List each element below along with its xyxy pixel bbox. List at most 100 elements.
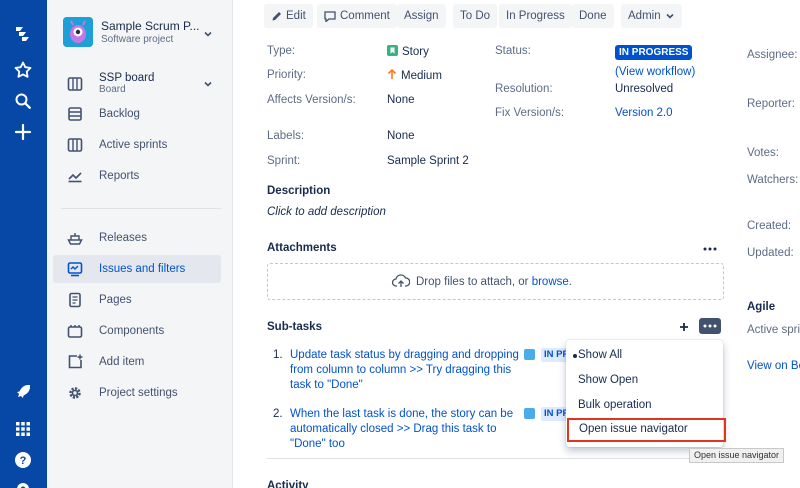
sidebar-item-label: Reports bbox=[99, 170, 140, 182]
sidebar-item-pages[interactable]: Pages bbox=[53, 286, 221, 314]
sidebar-item-label: Components bbox=[99, 325, 165, 337]
board-switcher[interactable]: SSP board Board bbox=[53, 69, 221, 99]
sidebar-item-add-item[interactable]: Add item bbox=[53, 348, 221, 376]
attachment-dropzone[interactable]: Drop files to attach, or browse. bbox=[267, 263, 724, 300]
dropzone-label: Drop files to attach, or bbox=[416, 276, 532, 288]
plus-icon[interactable] bbox=[11, 120, 35, 144]
search-icon[interactable] bbox=[11, 89, 35, 113]
attachments-more-button[interactable] bbox=[699, 241, 721, 257]
in-progress-label: In Progress bbox=[506, 10, 565, 22]
global-navigation: ? bbox=[0, 0, 47, 488]
backlog-icon bbox=[68, 107, 82, 121]
subtask-title-line: from column to column >> Try dragging th… bbox=[290, 364, 512, 376]
project-name: Sample Scrum P... bbox=[101, 19, 200, 33]
dropzone-period: . bbox=[568, 276, 572, 288]
activity-heading: Activity bbox=[267, 480, 309, 488]
star-icon[interactable] bbox=[11, 58, 35, 82]
sidebar-item-label: Releases bbox=[99, 232, 147, 244]
admin-label: Admin bbox=[628, 10, 661, 22]
created-label: Created: bbox=[747, 220, 792, 232]
priority-label: Priority: bbox=[267, 69, 306, 81]
menu-item-show-all[interactable]: Show All bbox=[566, 344, 723, 368]
sidebar-item-label: Pages bbox=[99, 294, 132, 306]
priority-value[interactable]: Medium bbox=[387, 68, 442, 82]
sidebar-item-components[interactable]: Components bbox=[53, 317, 221, 345]
chevron-down-icon bbox=[204, 81, 212, 87]
edit-label: Edit bbox=[286, 10, 306, 22]
browse-link[interactable]: browse bbox=[532, 276, 569, 288]
board-type: Board bbox=[99, 84, 126, 95]
menu-item-label: Bulk operation bbox=[578, 399, 652, 411]
view-workflow-link[interactable]: (View workflow) bbox=[615, 66, 695, 78]
menu-item-label: Open issue navigator bbox=[579, 423, 688, 435]
settings-icon[interactable] bbox=[11, 477, 35, 488]
subtask-link[interactable]: When the last task is done, the story ca… bbox=[290, 407, 520, 452]
updated-label: Updated: bbox=[747, 247, 794, 259]
add-subtask-icon[interactable] bbox=[679, 322, 689, 332]
comment-label: Comment bbox=[340, 10, 390, 22]
affects-versions-value[interactable]: None bbox=[387, 94, 415, 106]
type-value-text: Story bbox=[402, 46, 429, 58]
admin-dropdown[interactable]: Admin bbox=[621, 4, 682, 28]
add-item-icon bbox=[68, 354, 83, 369]
done-button[interactable]: Done bbox=[572, 4, 614, 28]
subtask-row: 1. Update task status by dragging and dr… bbox=[267, 348, 567, 394]
view-on-board-link[interactable]: View on Bo bbox=[747, 360, 800, 372]
labels-value[interactable]: None bbox=[387, 130, 415, 142]
sidebar-item-reports[interactable]: Reports bbox=[53, 162, 221, 190]
menu-item-show-open[interactable]: Show Open bbox=[566, 369, 723, 393]
type-value[interactable]: Story bbox=[387, 45, 429, 58]
dropzone-text: Drop files to attach, or browse. bbox=[416, 276, 572, 288]
sidebar-item-active-sprints[interactable]: Active sprints bbox=[53, 131, 221, 159]
done-label: Done bbox=[579, 10, 607, 22]
assign-button[interactable]: Assign bbox=[397, 4, 446, 28]
comment-button[interactable]: Comment bbox=[317, 4, 397, 28]
menu-item-label: Show All bbox=[578, 349, 623, 361]
rocket-icon[interactable] bbox=[11, 380, 35, 404]
to-do-label: To Do bbox=[460, 10, 491, 22]
project-avatar bbox=[63, 17, 93, 47]
sidebar-item-label: Active sprints bbox=[99, 139, 168, 151]
subtasks-more-button[interactable] bbox=[699, 318, 721, 334]
edit-button[interactable]: Edit bbox=[264, 4, 313, 28]
more-icon bbox=[703, 324, 717, 328]
sprint-value[interactable]: Sample Sprint 2 bbox=[387, 155, 469, 167]
sidebar-item-releases[interactable]: Releases bbox=[53, 224, 221, 252]
sidebar-item-label: Issues and filters bbox=[99, 263, 186, 275]
help-icon[interactable]: ? bbox=[11, 448, 35, 472]
pencil-icon bbox=[272, 11, 281, 20]
fix-versions-value[interactable]: Version 2.0 bbox=[615, 107, 673, 119]
to-do-button[interactable]: To Do bbox=[453, 4, 498, 28]
type-label: Type: bbox=[267, 45, 296, 57]
status-label: Status: bbox=[495, 45, 531, 57]
columns-icon bbox=[67, 138, 83, 152]
subtask-link[interactable]: Update task status by dragging and dropp… bbox=[290, 348, 520, 393]
labels-label: Labels: bbox=[267, 130, 305, 142]
subtask-type-icon bbox=[524, 349, 535, 360]
arrow-up-icon bbox=[387, 68, 397, 79]
selected-bullet-icon bbox=[573, 354, 577, 358]
menu-item-bulk-operation[interactable]: Bulk operation bbox=[566, 394, 723, 418]
project-sidebar: Sample Scrum P... Software project SSP b… bbox=[47, 0, 233, 488]
description-field[interactable]: Click to add description bbox=[267, 206, 386, 218]
subtask-title-line: "Done" too bbox=[290, 438, 345, 450]
gear-icon bbox=[69, 387, 81, 399]
affects-versions-label: Affects Version/s: bbox=[267, 94, 356, 106]
jira-logo-icon[interactable] bbox=[11, 22, 35, 46]
menu-item-open-issue-navigator[interactable]: Open issue navigator bbox=[567, 418, 726, 442]
sidebar-item-issues-and-filters[interactable]: Issues and filters bbox=[53, 255, 221, 283]
tooltip: Open issue navigator bbox=[689, 448, 785, 463]
app-switcher-icon[interactable] bbox=[11, 417, 35, 441]
comment-icon bbox=[324, 10, 336, 22]
chevron-down-icon bbox=[204, 31, 212, 37]
priority-value-text: Medium bbox=[401, 70, 442, 82]
attachments-heading: Attachments bbox=[267, 242, 337, 254]
subtask-type-icon bbox=[524, 408, 535, 419]
project-switcher[interactable]: Sample Scrum P... Software project bbox=[63, 17, 223, 49]
sidebar-item-project-settings[interactable]: Project settings bbox=[53, 379, 221, 407]
assign-label: Assign bbox=[404, 10, 439, 22]
in-progress-button[interactable]: In Progress bbox=[499, 4, 572, 28]
status-badge: IN PROGRESS bbox=[615, 45, 693, 60]
assignee-label: Assignee: bbox=[747, 49, 798, 61]
sidebar-item-backlog[interactable]: Backlog bbox=[53, 100, 221, 128]
